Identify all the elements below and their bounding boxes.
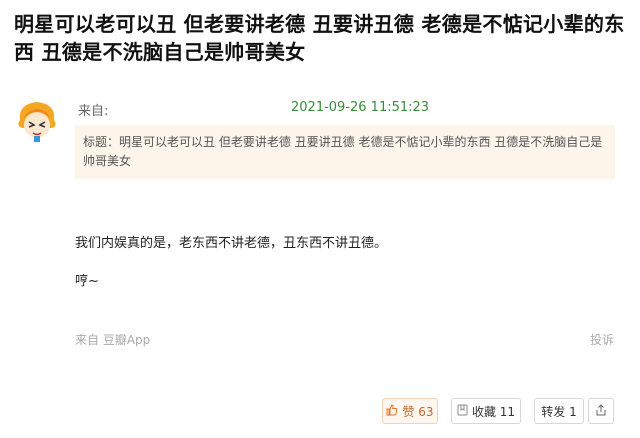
from-label: 来自:	[78, 104, 109, 119]
source-label: 来自 豆瓣App	[75, 333, 151, 347]
post-timestamp: 2021-09-26 11:51:23	[291, 100, 430, 115]
bookmark-icon	[457, 404, 468, 419]
report-link[interactable]: 投诉	[590, 331, 614, 348]
favorite-count: 收藏 11	[471, 404, 516, 419]
avatar[interactable]	[14, 98, 60, 144]
quoted-title-text: 标题：明星可以老可以丑 但老要讲老德 丑要讲丑德 老德是不惦记小辈的东西 丑德是…	[83, 135, 603, 168]
like-button[interactable]: 赞 63	[382, 398, 438, 424]
favorite-button[interactable]: 收藏 11	[451, 398, 521, 424]
share-out-icon	[595, 403, 607, 419]
thumbs-up-icon	[386, 403, 398, 419]
avatar-cartoon-icon	[14, 98, 60, 144]
repost-button[interactable]: 转发 1	[534, 398, 584, 424]
post-body-line: 我们内娱真的是，老东西不讲老德，丑东西不讲丑德。	[75, 236, 388, 251]
post-body-line: 哼~	[75, 274, 99, 289]
repost-count: 转发 1	[541, 404, 577, 419]
like-count: 赞 63	[402, 404, 434, 419]
share-out-button[interactable]	[588, 398, 614, 424]
quoted-title-block: 标题：明星可以老可以丑 但老要讲老德 丑要讲丑德 老德是不惦记小辈的东西 丑德是…	[75, 125, 615, 179]
post-title: 明星可以老可以丑 但老要讲老德 丑要讲丑德 老德是不惦记小辈的东西 丑德是不洗脑…	[14, 12, 625, 64]
